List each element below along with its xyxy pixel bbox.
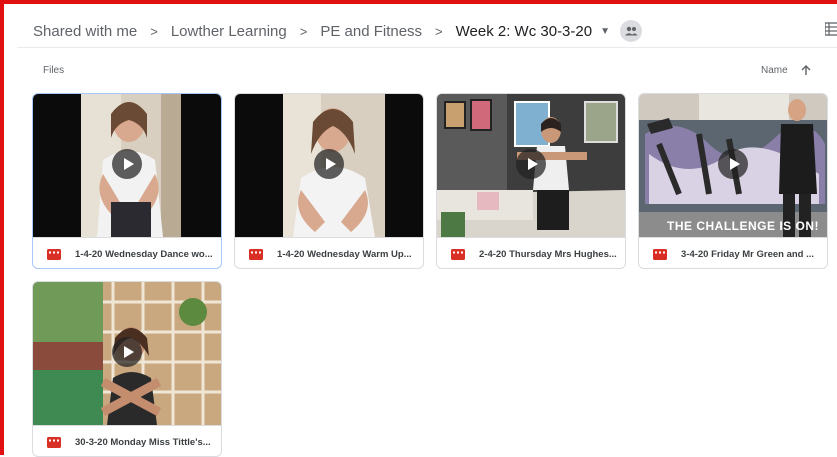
file-caption: 2-4-20 Thursday Mrs Hughes... bbox=[437, 237, 625, 268]
breadcrumb-shared-with-me[interactable]: Shared with me bbox=[33, 23, 137, 40]
video-file-icon bbox=[249, 248, 263, 260]
video-file-icon bbox=[47, 248, 61, 260]
file-card[interactable]: 30-3-20 Monday Miss Tittle's... bbox=[32, 281, 222, 457]
file-caption: 1-4-20 Wednesday Warm Up... bbox=[235, 237, 423, 268]
file-name: 3-4-20 Friday Mr Green and ... bbox=[681, 248, 815, 260]
files-section-label: Files bbox=[43, 65, 65, 76]
chevron-right-icon: > bbox=[150, 23, 158, 39]
file-name: 2-4-20 Thursday Mrs Hughes... bbox=[479, 248, 617, 260]
breadcrumb: Shared with me > Lowther Learning > PE a… bbox=[33, 20, 642, 42]
breadcrumb-pe-and-fitness[interactable]: PE and Fitness bbox=[320, 23, 422, 40]
play-icon[interactable] bbox=[718, 149, 748, 179]
breadcrumb-lowther-learning[interactable]: Lowther Learning bbox=[171, 23, 287, 40]
file-card[interactable]: THE CHALLENGE IS ON! 3-4-20 Friday Mr Gr… bbox=[638, 93, 828, 269]
play-icon[interactable] bbox=[112, 337, 142, 367]
video-file-icon bbox=[451, 248, 465, 260]
play-icon[interactable] bbox=[516, 149, 546, 179]
video-thumbnail bbox=[437, 94, 625, 237]
video-thumbnail bbox=[235, 94, 423, 237]
chevron-right-icon: > bbox=[299, 23, 308, 39]
video-thumbnail: THE CHALLENGE IS ON! bbox=[639, 94, 827, 237]
sort-label: Name bbox=[761, 64, 788, 76]
video-file-icon bbox=[47, 436, 61, 448]
file-caption: 3-4-20 Friday Mr Green and ... bbox=[639, 237, 827, 268]
file-card[interactable]: 1-4-20 Wednesday Warm Up... bbox=[234, 93, 424, 269]
play-icon[interactable] bbox=[314, 149, 344, 179]
header-divider bbox=[17, 47, 837, 48]
caret-down-icon[interactable]: ▼ bbox=[600, 26, 610, 37]
video-file-icon bbox=[653, 248, 667, 260]
sort-control[interactable]: Name bbox=[761, 64, 812, 76]
list-view-icon[interactable] bbox=[825, 22, 837, 36]
file-name: 1-4-20 Wednesday Warm Up... bbox=[277, 248, 412, 260]
play-icon[interactable] bbox=[112, 149, 142, 179]
file-caption: 30-3-20 Monday Miss Tittle's... bbox=[33, 425, 221, 456]
people-icon bbox=[620, 20, 642, 42]
file-card[interactable]: 2-4-20 Thursday Mrs Hughes... bbox=[436, 93, 626, 269]
breadcrumb-current-folder[interactable]: Week 2: Wc 30-3-20 bbox=[456, 23, 592, 40]
video-thumbnail bbox=[33, 282, 221, 425]
file-name: 1-4-20 Wednesday Dance wo... bbox=[75, 248, 213, 260]
chevron-right-icon: > bbox=[435, 23, 443, 39]
file-card[interactable]: 1-4-20 Wednesday Dance wo... bbox=[32, 93, 222, 269]
video-thumbnail bbox=[33, 94, 221, 237]
arrow-up-icon[interactable] bbox=[800, 64, 812, 76]
video-overlay-text: THE CHALLENGE IS ON! bbox=[667, 219, 820, 233]
file-caption: 1-4-20 Wednesday Dance wo... bbox=[33, 237, 221, 268]
file-name: 30-3-20 Monday Miss Tittle's... bbox=[75, 436, 211, 448]
